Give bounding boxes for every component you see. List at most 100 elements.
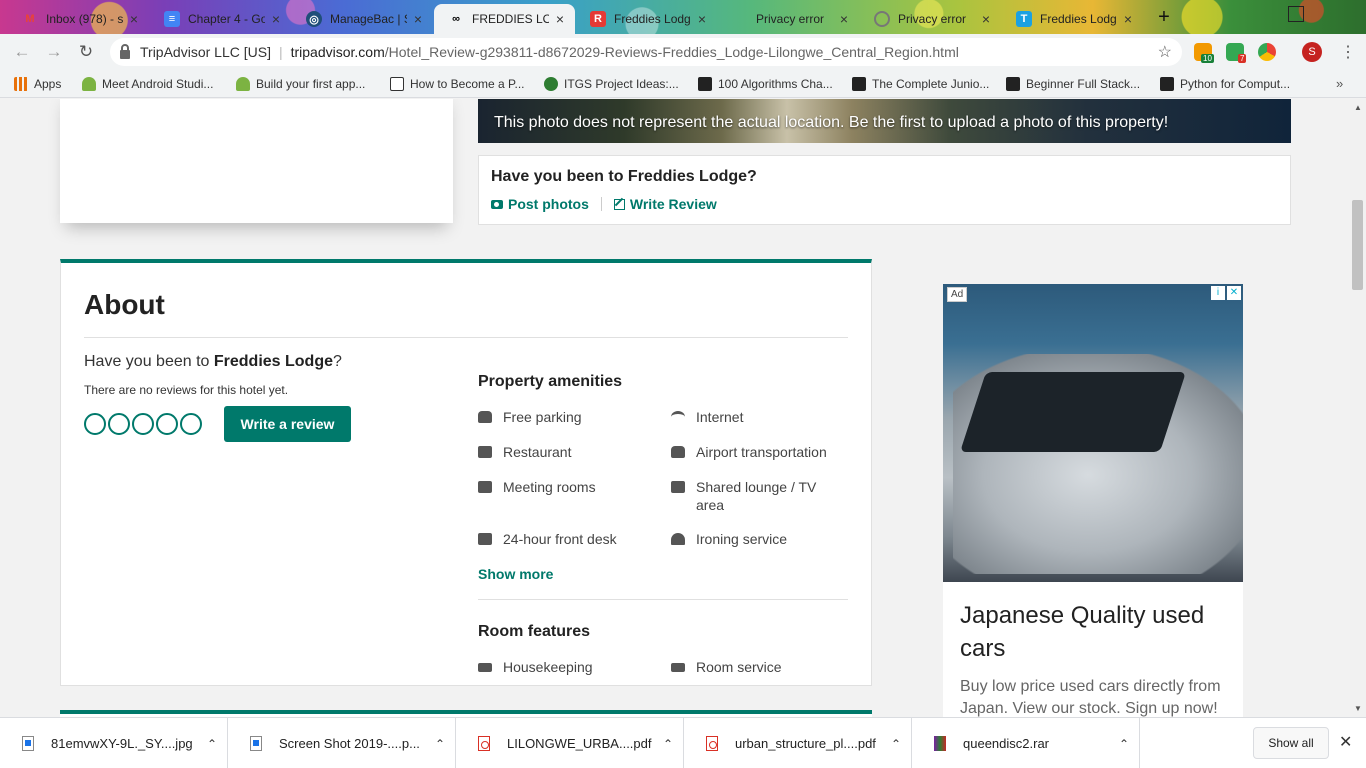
bookmark-item[interactable]: 100 Algorithms Cha... (698, 76, 833, 92)
bookmark-item[interactable]: Beginner Full Stack... (1006, 76, 1140, 92)
room-features-heading: Room features (478, 623, 591, 640)
download-filename: urban_structure_pl....pdf (735, 736, 876, 751)
address-separator: | (278, 44, 283, 60)
show-more-link[interactable]: Show more (478, 566, 553, 582)
scroll-down-arrow-icon[interactable]: ▼ (1352, 704, 1364, 713)
star-icon[interactable]: ☆ (1158, 42, 1172, 62)
forward-arrow-icon[interactable]: → (44, 42, 64, 62)
close-icon[interactable]: ✕ (1339, 732, 1352, 752)
ad-description[interactable]: Buy low price used cars directly from Ja… (960, 676, 1230, 717)
close-icon[interactable]: × (837, 11, 851, 27)
bookmark-item[interactable]: Meet Android Studi... (82, 76, 213, 92)
photo-disclaimer: This photo does not represent the actual… (494, 114, 1169, 131)
close-icon[interactable]: × (695, 11, 709, 27)
avatar[interactable]: S (1302, 42, 1322, 62)
chevron-up-icon[interactable]: ⌃ (881, 737, 911, 751)
rating-bubble[interactable] (108, 413, 130, 435)
chevron-up-icon[interactable]: ⌃ (1109, 737, 1139, 751)
chrome-extension-icon[interactable] (1258, 43, 1276, 61)
download-item[interactable]: Screen Shot 2019-....p... ⌃ (228, 718, 456, 768)
rating-bubble[interactable] (180, 413, 202, 435)
post-photos-link[interactable]: Post photos (491, 196, 589, 212)
car-illustration (953, 354, 1243, 574)
gmail-icon: M (25, 13, 35, 25)
download-item[interactable]: urban_structure_pl....pdf ⌃ (684, 718, 912, 768)
bookmark-item[interactable]: Build your first app... (236, 76, 365, 92)
tab-tripadvisor-active[interactable]: ∞ FREDDIES LOD × (434, 4, 575, 34)
tab-google-docs[interactable]: ≡ Chapter 4 - Go × (150, 4, 291, 34)
image-file-icon (250, 736, 262, 751)
pdf-file-icon (478, 736, 490, 751)
close-icon[interactable]: × (411, 11, 425, 27)
tab-privacy-error[interactable]: Privacy error × (718, 4, 859, 34)
have-you-been-title: Have you been to Freddies Lodge? (491, 168, 757, 185)
page-scrollbar[interactable] (1350, 99, 1366, 717)
bookmark-apps[interactable]: Apps (14, 76, 61, 92)
write-review-link[interactable]: Write Review (613, 196, 717, 212)
bookmark-item[interactable]: How to Become a P... (390, 76, 525, 92)
restaurant-icon (478, 446, 492, 458)
close-icon[interactable]: ✕ (1227, 286, 1241, 300)
bookmarks-overflow-icon[interactable]: » (1336, 76, 1343, 91)
advertisement[interactable]: Ad i ✕ Japanese Quality used cars Buy lo… (943, 284, 1243, 717)
url-path[interactable]: /Hotel_Review-g293811-d8672029-Reviews-F… (385, 44, 959, 60)
chevron-up-icon[interactable]: ⌃ (425, 737, 455, 751)
bookmark-item[interactable]: The Complete Junio... (852, 76, 989, 92)
tab-managebac[interactable]: ◎ ManageBac | S × (292, 4, 433, 34)
bookmark-label: 100 Algorithms Cha... (718, 77, 833, 91)
scroll-up-arrow-icon[interactable]: ▲ (1352, 103, 1364, 112)
close-icon[interactable]: × (553, 11, 567, 27)
restore-window-icon[interactable] (1288, 6, 1304, 22)
tab-gmail[interactable]: M Inbox (978) - s × (8, 4, 149, 34)
close-icon[interactable]: × (1121, 11, 1135, 27)
browser-toolbar: ← → ↻ TripAdvisor LLC [US] | tripadvisor… (0, 34, 1366, 70)
have-you-been-actions: Post photos Write Review (491, 196, 717, 212)
rating-bubble[interactable] (132, 413, 154, 435)
show-all-downloads-button[interactable]: Show all (1253, 727, 1329, 759)
ad-title[interactable]: Japanese Quality used cars (960, 599, 1230, 665)
bookmark-item[interactable]: ITGS Project Ideas:... (544, 76, 679, 92)
lock-icon[interactable] (120, 43, 130, 59)
new-tab-button[interactable]: + (1152, 6, 1176, 30)
iron-icon (671, 533, 685, 545)
warning-icon (732, 11, 748, 27)
scrollbar-thumb[interactable] (1352, 200, 1363, 290)
download-item[interactable]: 81emvwXY-9L._SY....jpg ⌃ (0, 718, 228, 768)
chevron-up-icon[interactable]: ⌃ (197, 737, 227, 751)
tab-freddies-lodge-2[interactable]: T Freddies Lodg × (1002, 4, 1143, 34)
download-filename: LILONGWE_URBA....pdf (507, 736, 652, 751)
chevron-up-icon[interactable]: ⌃ (653, 737, 683, 751)
download-item[interactable]: queendisc2.rar ⌃ (912, 718, 1140, 768)
write-a-review-button[interactable]: Write a review (224, 406, 351, 442)
extension-badge: 10 (1201, 54, 1214, 63)
amenity-item: Meeting rooms (478, 478, 643, 496)
tab-title: Chapter 4 - Go (188, 12, 265, 26)
close-icon[interactable]: × (269, 11, 283, 27)
room-feature-item: Housekeeping (478, 658, 643, 676)
rating-bubbles[interactable] (84, 413, 204, 435)
back-arrow-icon[interactable]: ← (12, 42, 32, 62)
bookmark-label: The Complete Junio... (872, 77, 990, 91)
url-host[interactable]: tripadvisor.com (291, 44, 385, 60)
menu-icon[interactable]: ⋮ (1340, 42, 1356, 62)
rating-bubble[interactable] (156, 413, 178, 435)
tab-privacy-error-2[interactable]: Privacy error × (860, 4, 1001, 34)
rating-bubble[interactable] (84, 413, 106, 435)
ad-car-image[interactable]: Ad i ✕ (943, 284, 1243, 582)
amenity-label: Shared lounge / TV area (696, 479, 817, 513)
site-identity[interactable]: TripAdvisor LLC [US] (140, 44, 271, 60)
bookmark-item[interactable]: Python for Comput... (1160, 76, 1290, 92)
tab-freddies-lodge[interactable]: R Freddies Lodg × (576, 4, 717, 34)
shuttle-icon (671, 446, 685, 458)
download-shelf: 81emvwXY-9L._SY....jpg ⌃ Screen Shot 201… (0, 717, 1366, 768)
address-bar[interactable]: TripAdvisor LLC [US] | tripadvisor.com /… (110, 38, 1182, 66)
amenity-label: 24-hour front desk (503, 531, 617, 547)
info-icon[interactable]: i (1211, 286, 1225, 300)
close-icon[interactable]: × (127, 11, 141, 27)
download-item[interactable]: LILONGWE_URBA....pdf ⌃ (456, 718, 684, 768)
close-icon[interactable]: × (979, 11, 993, 27)
car-icon (478, 411, 492, 423)
amenity-item: 24-hour front desk (478, 530, 643, 548)
hotel-photo[interactable]: This photo does not represent the actual… (478, 99, 1291, 143)
reload-icon[interactable]: ↻ (76, 42, 96, 62)
